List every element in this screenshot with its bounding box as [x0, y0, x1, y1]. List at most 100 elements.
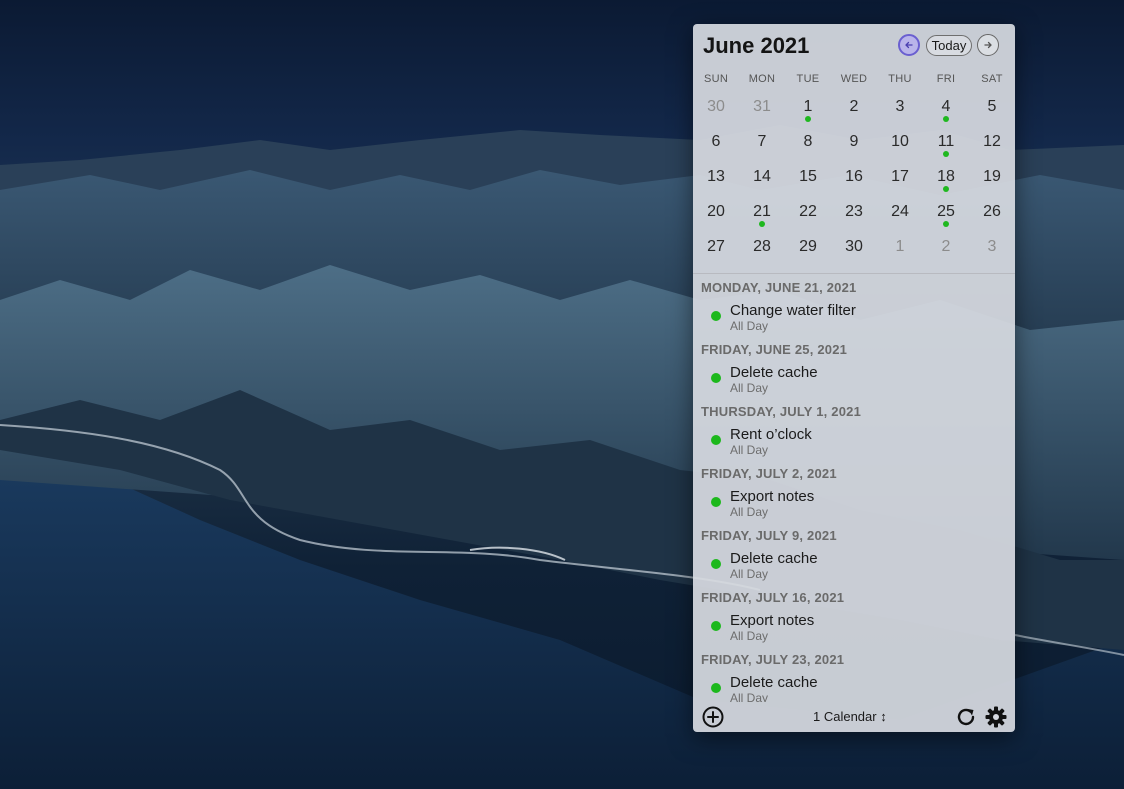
calendar-day-cell[interactable]: 14	[739, 161, 785, 196]
calendar-day-cell[interactable]: 1	[785, 91, 831, 126]
calendar-day-cell[interactable]: 27	[693, 231, 739, 266]
event-date-heading: THURSDAY, JULY 1, 2021	[701, 404, 862, 419]
event-item[interactable]: Rent o’clock All Day	[693, 424, 1015, 460]
day-number: 25	[937, 203, 955, 220]
month-grid: 30 31 1 2 3 4 5 6 7 8 9 10 11 12 13 14 15 16 17 18 19 20 21 22 2…	[693, 91, 1015, 266]
day-number: 8	[803, 133, 813, 150]
day-number: 16	[845, 168, 863, 185]
event-indicator-dot	[943, 116, 949, 122]
day-number: 24	[891, 203, 909, 220]
event-time: All Day	[730, 443, 769, 457]
calendar-day-cell[interactable]: 6	[693, 126, 739, 161]
day-number: 28	[753, 238, 771, 255]
day-number: 1	[803, 98, 813, 115]
day-number: 17	[891, 168, 909, 185]
calendar-day-cell[interactable]: 29	[785, 231, 831, 266]
event-day-group: FRIDAY, JUNE 25, 2021 Delete cache All Day	[693, 338, 1015, 400]
calendar-day-cell[interactable]: 12	[969, 126, 1015, 161]
event-title: Rent o’clock	[730, 426, 812, 443]
event-indicator-dot	[759, 221, 765, 227]
day-number: 5	[987, 98, 997, 115]
day-number: 11	[937, 133, 955, 150]
event-date-heading: MONDAY, JUNE 21, 2021	[701, 280, 857, 295]
weekday-label: MON	[748, 73, 776, 85]
calendar-day-cell[interactable]: 23	[831, 196, 877, 231]
calendar-day-cell[interactable]: 10	[877, 126, 923, 161]
day-number: 4	[941, 98, 951, 115]
calendar-day-cell[interactable]: 11	[923, 126, 969, 161]
settings-button[interactable]	[984, 705, 1008, 729]
day-number: 7	[757, 133, 767, 150]
calendar-day-cell[interactable]: 3	[877, 91, 923, 126]
calendar-day-cell[interactable]: 7	[739, 126, 785, 161]
calendar-day-cell[interactable]: 26	[969, 196, 1015, 231]
arrow-left-icon	[905, 41, 913, 49]
calendar-week-row: 6 7 8 9 10 11 12	[693, 126, 1015, 161]
weekday-label: FRI	[936, 73, 956, 85]
calendar-day-cell[interactable]: 20	[693, 196, 739, 231]
day-number: 30	[845, 238, 863, 255]
calendar-day-cell[interactable]: 2	[831, 91, 877, 126]
calendar-day-cell[interactable]: 24	[877, 196, 923, 231]
calendar-color-dot	[711, 435, 721, 445]
calendar-day-cell[interactable]: 18	[923, 161, 969, 196]
weekday-label: WED	[840, 73, 868, 85]
calendar-day-cell[interactable]: 4	[923, 91, 969, 126]
refresh-icon	[957, 708, 975, 726]
event-indicator-dot	[805, 116, 811, 122]
event-item[interactable]: Delete cache All Day	[693, 548, 1015, 584]
event-item[interactable]: Export notes All Day	[693, 486, 1015, 522]
day-number: 21	[753, 203, 771, 220]
calendar-color-dot	[711, 373, 721, 383]
event-indicator-dot	[943, 221, 949, 227]
calendar-day-cell[interactable]: 17	[877, 161, 923, 196]
event-indicator-dot	[943, 151, 949, 157]
day-number: 15	[799, 168, 817, 185]
calendar-day-cell[interactable]: 8	[785, 126, 831, 161]
arrow-right-icon	[984, 41, 992, 49]
weekday-label: SUN	[703, 73, 729, 85]
event-item[interactable]: Delete cache All Day	[693, 672, 1015, 702]
day-number: 30	[707, 98, 725, 115]
event-indicator-dot	[943, 186, 949, 192]
event-date-heading: FRIDAY, JULY 16, 2021	[701, 590, 845, 605]
calendar-day-cell[interactable]: 28	[739, 231, 785, 266]
day-number: 2	[849, 98, 859, 115]
calendar-day-cell[interactable]: 2	[923, 231, 969, 266]
event-day-group: FRIDAY, JULY 9, 2021 Delete cache All Day	[693, 524, 1015, 586]
event-item[interactable]: Change water filter All Day	[693, 300, 1015, 336]
calendar-selector[interactable]: 1 Calendar ↕	[813, 709, 887, 724]
calendar-day-cell[interactable]: 3	[969, 231, 1015, 266]
calendar-week-row: 13 14 15 16 17 18 19	[693, 161, 1015, 196]
day-number: 19	[983, 168, 1001, 185]
previous-month-button[interactable]	[898, 34, 920, 56]
calendar-day-cell[interactable]: 5	[969, 91, 1015, 126]
event-day-group: MONDAY, JUNE 21, 2021 Change water filter…	[693, 276, 1015, 338]
refresh-button[interactable]	[954, 705, 978, 729]
calendar-day-cell[interactable]: 19	[969, 161, 1015, 196]
calendar-day-cell[interactable]: 16	[831, 161, 877, 196]
event-item[interactable]: Delete cache All Day	[693, 362, 1015, 398]
event-item[interactable]: Export notes All Day	[693, 610, 1015, 646]
calendar-color-dot	[711, 311, 721, 321]
plus-circle-icon	[702, 706, 724, 728]
calendar-day-cell[interactable]: 30	[693, 91, 739, 126]
calendar-footer: 1 Calendar ↕	[693, 702, 1015, 732]
calendar-week-row: 20 21 22 23 24 25 26	[693, 196, 1015, 231]
day-number: 29	[799, 238, 817, 255]
calendar-day-cell[interactable]: 25	[923, 196, 969, 231]
calendar-color-dot	[711, 497, 721, 507]
calendar-day-cell[interactable]: 9	[831, 126, 877, 161]
calendar-day-cell[interactable]: 31	[739, 91, 785, 126]
day-number: 9	[849, 133, 859, 150]
calendar-week-row: 30 31 1 2 3 4 5	[693, 91, 1015, 126]
calendar-day-cell[interactable]: 13	[693, 161, 739, 196]
calendar-day-cell[interactable]: 15	[785, 161, 831, 196]
calendar-day-cell[interactable]: 30	[831, 231, 877, 266]
calendar-day-cell[interactable]: 22	[785, 196, 831, 231]
calendar-day-cell[interactable]: 21	[739, 196, 785, 231]
next-month-button[interactable]	[977, 34, 999, 56]
calendar-day-cell[interactable]: 1	[877, 231, 923, 266]
today-button[interactable]: Today	[926, 35, 972, 56]
add-event-button[interactable]	[701, 705, 725, 729]
